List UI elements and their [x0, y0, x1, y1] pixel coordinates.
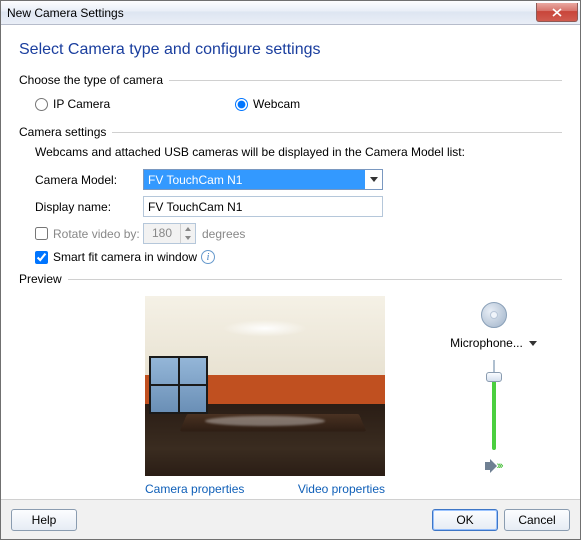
- link-camera-properties[interactable]: Camera properties: [145, 482, 244, 496]
- spinner-down[interactable]: [181, 233, 195, 242]
- page-heading: Select Camera type and configure setting…: [19, 41, 562, 59]
- radio-webcam-input[interactable]: [235, 98, 248, 111]
- radio-ip-camera-input[interactable]: [35, 98, 48, 111]
- label-degrees: degrees: [202, 227, 245, 241]
- group-label-camera-settings: Camera settings: [19, 125, 106, 139]
- microphone-volume-slider[interactable]: [483, 360, 505, 450]
- radio-ip-camera-label: IP Camera: [53, 97, 110, 111]
- cancel-button[interactable]: Cancel: [504, 509, 570, 531]
- group-preview: Preview Camera properties Video properti…: [19, 272, 562, 496]
- label-display-name: Display name:: [35, 200, 143, 214]
- label-camera-model: Camera Model:: [35, 173, 143, 187]
- ok-button[interactable]: OK: [432, 509, 498, 531]
- settings-hint: Webcams and attached USB cameras will be…: [35, 145, 562, 159]
- dialog-footer: Help OK Cancel: [1, 499, 580, 539]
- camera-model-dropdown[interactable]: FV TouchCam N1: [143, 169, 383, 190]
- dialog-content: Select Camera type and configure setting…: [1, 25, 580, 499]
- radio-webcam[interactable]: Webcam: [235, 97, 435, 111]
- dialog-window: New Camera Settings Select Camera type a…: [0, 0, 581, 540]
- label-smartfit: Smart fit camera in window: [53, 250, 197, 264]
- group-label-preview: Preview: [19, 272, 62, 286]
- divider: [112, 132, 562, 133]
- microphone-dropdown[interactable]: Microphone...: [450, 336, 537, 350]
- divider: [68, 279, 562, 280]
- rotate-degrees-value: 180: [144, 224, 180, 243]
- rotate-degrees-spinner[interactable]: 180: [143, 223, 196, 244]
- label-rotate: Rotate video by:: [53, 227, 143, 241]
- smartfit-checkbox[interactable]: [35, 251, 48, 264]
- help-button[interactable]: Help: [11, 509, 77, 531]
- radio-webcam-label: Webcam: [253, 97, 300, 111]
- group-camera-settings: Camera settings Webcams and attached USB…: [19, 125, 562, 264]
- spinner-up[interactable]: [181, 224, 195, 233]
- window-title: New Camera Settings: [7, 6, 536, 20]
- rotate-checkbox[interactable]: [35, 227, 48, 240]
- titlebar: New Camera Settings: [1, 1, 580, 25]
- camera-preview: [145, 296, 385, 476]
- camera-model-value: FV TouchCam N1: [144, 170, 365, 189]
- close-icon: [552, 8, 562, 17]
- slider-thumb[interactable]: [486, 372, 502, 382]
- microphone-label: Microphone...: [450, 336, 523, 350]
- close-button[interactable]: [536, 3, 578, 22]
- gear-icon[interactable]: [481, 302, 507, 328]
- group-label-camera-type: Choose the type of camera: [19, 73, 163, 87]
- group-camera-type: Choose the type of camera IP Camera Webc…: [19, 73, 562, 117]
- speaker-icon[interactable]: ›››: [485, 458, 503, 474]
- chevron-down-icon[interactable]: [529, 341, 537, 346]
- divider: [169, 80, 562, 81]
- info-icon[interactable]: i: [201, 250, 215, 264]
- chevron-down-icon[interactable]: [365, 170, 382, 189]
- display-name-input[interactable]: [143, 196, 383, 217]
- radio-ip-camera[interactable]: IP Camera: [35, 97, 235, 111]
- link-video-properties[interactable]: Video properties: [298, 482, 385, 496]
